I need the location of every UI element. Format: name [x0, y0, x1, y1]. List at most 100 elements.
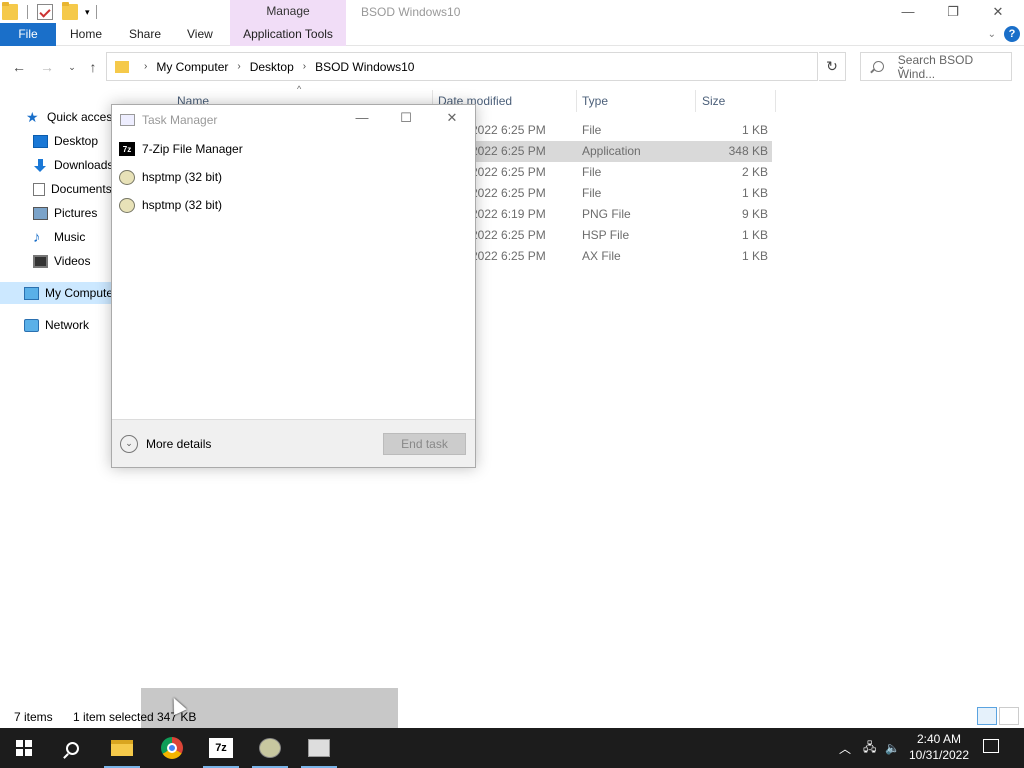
column-divider[interactable] [775, 90, 776, 112]
videos-icon [33, 254, 48, 268]
file-size: 2 KB [741, 165, 768, 179]
file-type: File [582, 186, 602, 200]
notification-icon[interactable] [983, 739, 999, 753]
manage-tab[interactable]: Manage [230, 0, 346, 23]
tm-minimize-button[interactable]: — [350, 110, 374, 130]
volume-icon[interactable]: 🔈 [885, 728, 900, 768]
task-manager-footer: ⌄ More details End task [112, 419, 475, 467]
file-size: 348 KB [728, 144, 768, 158]
taskbar-task-manager[interactable] [295, 728, 343, 768]
column-header-size[interactable]: Size [702, 94, 725, 108]
ribbon-tabs: File Home Share View Application Tools ⌄… [0, 23, 1024, 46]
clock[interactable]: 2:40 AM 10/31/2022 [905, 731, 973, 763]
ribbon-right: ⌄ ? [988, 26, 1020, 42]
taskbar-search-button[interactable] [48, 728, 96, 768]
large-icons-view-button[interactable] [999, 707, 1019, 725]
status-item-count: 7 items [14, 710, 53, 724]
pictures-icon [33, 206, 48, 220]
process-name: hsptmp (32 bit) [142, 170, 223, 184]
quick-access-toolbar: ▾ [0, 2, 103, 22]
column-divider[interactable] [576, 90, 577, 112]
taskbar-file-explorer[interactable] [98, 728, 146, 768]
task-manager-icon [308, 739, 330, 757]
chevron-right-icon[interactable]: › [237, 61, 240, 72]
file-date: 2022 6:19 PM [471, 207, 546, 221]
end-task-button[interactable]: End task [383, 433, 466, 455]
taskbar-chrome[interactable] [148, 728, 196, 768]
refresh-button[interactable]: ↻ [819, 52, 846, 81]
breadcrumb-my-computer[interactable]: My Computer [156, 60, 228, 74]
file-type: AX File [582, 249, 621, 263]
hsp-icon [259, 738, 281, 758]
column-divider[interactable] [695, 90, 696, 112]
tm-maximize-button[interactable]: ☐ [394, 110, 418, 130]
breadcrumb-desktop[interactable]: Desktop [250, 60, 294, 74]
folder-icon [115, 60, 129, 73]
taskbar-7zip[interactable]: 7z [197, 728, 245, 768]
chrome-icon [161, 737, 183, 759]
file-type: File [582, 123, 602, 137]
7zip-icon: 7z [209, 738, 233, 758]
hsp-icon [119, 169, 135, 185]
sidebar-item-label: Quick access [47, 110, 119, 124]
sidebar-item-label: My Computer [45, 286, 118, 300]
chevron-right-icon[interactable]: › [303, 61, 306, 72]
more-details-button[interactable]: ⌄ More details [120, 435, 211, 453]
search-icon [65, 741, 79, 755]
forward-button[interactable]: → [37, 58, 57, 76]
more-details-label: More details [146, 437, 212, 451]
minimize-button[interactable]: — [885, 0, 931, 23]
file-type: File [582, 165, 602, 179]
customize-qat-icon[interactable]: ▾ [85, 7, 90, 18]
back-button[interactable]: ← [9, 58, 29, 76]
file-type: PNG File [582, 207, 631, 221]
process-name: 7-Zip File Manager [142, 142, 243, 156]
file-type: HSP File [582, 228, 630, 242]
file-size: 9 KB [741, 207, 768, 221]
new-folder-icon[interactable] [62, 2, 78, 20]
tab-file[interactable]: File [0, 23, 56, 46]
tab-view[interactable]: View [187, 23, 213, 46]
taskbar: 7z ︿ 🖧 🔈 2:40 AM 10/31/2022 [0, 728, 1024, 768]
task-manager-window: Task Manager — ☐ ✕ 7z 7-Zip File Manager… [111, 104, 476, 468]
sidebar-item-label: Desktop [54, 134, 99, 148]
recent-locations-button[interactable]: ⌄ [62, 58, 82, 76]
help-icon[interactable]: ? [1004, 26, 1020, 42]
column-header-type[interactable]: Type [582, 94, 608, 108]
process-row[interactable]: 7z 7-Zip File Manager [112, 136, 475, 162]
breadcrumb-bsod[interactable]: BSOD Windows10 [315, 60, 414, 74]
start-button[interactable] [0, 728, 48, 768]
details-view-button[interactable] [977, 707, 997, 725]
up-button[interactable]: ↑ [83, 58, 103, 76]
tm-close-button[interactable]: ✕ [440, 110, 464, 130]
tab-share[interactable]: Share [129, 23, 161, 46]
properties-icon[interactable] [37, 4, 53, 20]
network-icon[interactable]: 🖧 [863, 728, 876, 768]
file-size: 1 KB [741, 228, 768, 242]
status-bar: 7 items 1 item selected 347 KB [0, 708, 1024, 728]
tab-application-tools[interactable]: Application Tools [230, 23, 346, 46]
show-hidden-icons-button[interactable]: ︿ [839, 728, 851, 768]
title-bar: ▾ Manage BSOD Windows10 — ❐ ✕ [0, 0, 1024, 23]
file-date: 2022 6:25 PM [471, 186, 546, 200]
file-date: 2022 6:25 PM [471, 228, 546, 242]
search-input[interactable]: Search BSOD Wind... [860, 52, 1012, 81]
address-bar[interactable]: › My Computer › Desktop › BSOD Windows10… [106, 52, 905, 81]
tab-home[interactable]: Home [70, 23, 102, 46]
process-row[interactable]: hsptmp (32 bit) [112, 192, 475, 218]
close-button[interactable]: ✕ [975, 0, 1021, 23]
taskbar-hsp[interactable] [246, 728, 294, 768]
computer-icon [24, 286, 39, 300]
folder-icon[interactable] [2, 2, 18, 20]
window-title: BSOD Windows10 [361, 5, 461, 19]
search-placeholder: Search BSOD Wind... [897, 52, 974, 81]
hsp-icon [119, 197, 135, 213]
file-date: 2022 6:25 PM [471, 123, 546, 137]
process-row[interactable]: hsptmp (32 bit) [112, 164, 475, 190]
expand-ribbon-icon[interactable]: ⌄ [988, 29, 996, 40]
process-name: hsptmp (32 bit) [142, 198, 223, 212]
star-icon: ★ [26, 108, 39, 125]
task-manager-titlebar[interactable]: Task Manager — ☐ ✕ [112, 105, 475, 135]
restore-button[interactable]: ❐ [930, 0, 976, 23]
task-manager-title: Task Manager [142, 113, 218, 127]
